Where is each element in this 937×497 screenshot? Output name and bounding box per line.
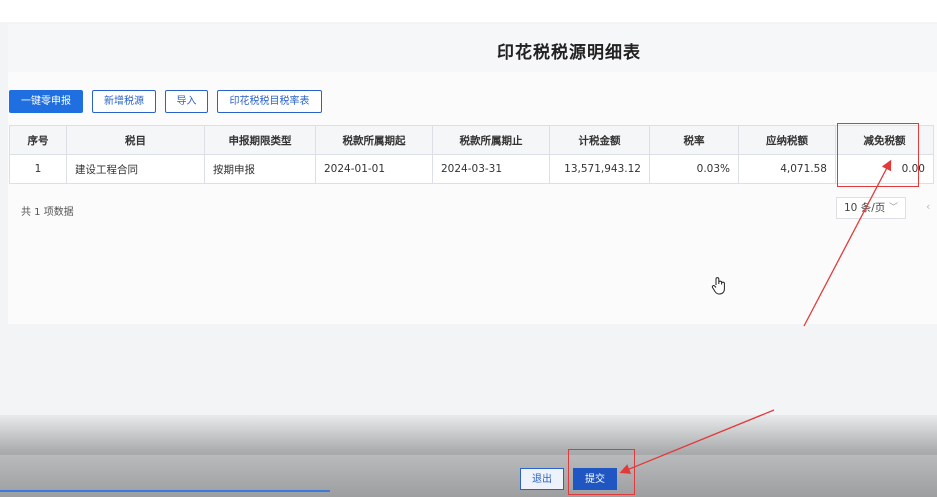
arrow-to-relief — [803, 159, 892, 327]
arrow-to-submit — [619, 409, 775, 474]
annotation-arrows — [619, 159, 892, 474]
page: 印花税税源明细表 一键零申报 新增税源 导入 印花税税目税率表 序号 税目 申报… — [0, 0, 937, 497]
